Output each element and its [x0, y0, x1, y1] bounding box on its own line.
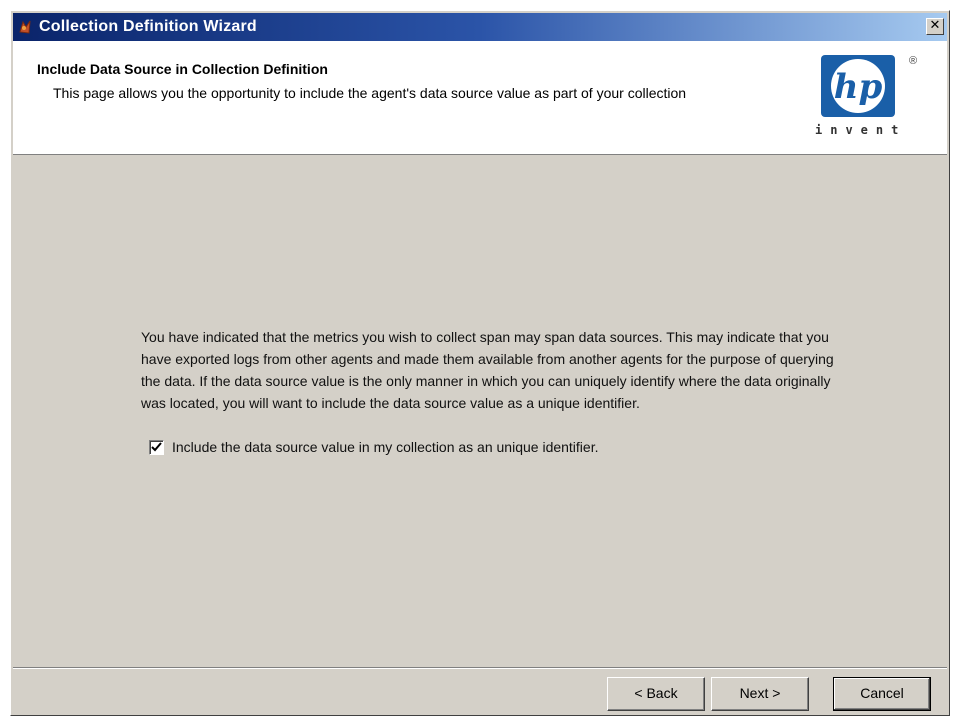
include-data-source-option[interactable]: Include the data source value in my coll…	[149, 439, 599, 455]
next-button[interactable]: Next >	[711, 677, 809, 711]
wizard-window: Collection Definition Wizard ✕ Include D…	[10, 10, 950, 716]
hp-logo: hp ® invent	[815, 55, 925, 147]
hp-logo-mark: hp	[821, 55, 895, 117]
hp-logo-mark-text: hp	[834, 67, 883, 107]
page-title: Include Data Source in Collection Defini…	[37, 61, 328, 77]
hp-logo-icon: hp	[831, 59, 885, 113]
logo-tagline: invent	[815, 123, 907, 137]
window-title: Collection Definition Wizard	[39, 18, 257, 35]
include-data-source-label[interactable]: Include the data source value in my coll…	[172, 439, 599, 455]
include-data-source-checkbox[interactable]	[149, 439, 164, 455]
explanation-text: You have indicated that the metrics you …	[141, 329, 834, 411]
wizard-header: Include Data Source in Collection Defini…	[13, 41, 947, 155]
page-description: This page allows you the opportunity to …	[53, 85, 687, 101]
back-button[interactable]: < Back	[607, 677, 705, 711]
button-separator	[13, 667, 947, 669]
checkmark-icon	[151, 441, 162, 451]
cancel-button[interactable]: Cancel	[833, 677, 931, 711]
close-button[interactable]: ✕	[926, 18, 944, 35]
app-icon	[19, 20, 31, 34]
close-icon: ✕	[929, 18, 941, 33]
title-bar[interactable]: Collection Definition Wizard ✕	[13, 13, 947, 41]
registered-mark: ®	[909, 55, 918, 67]
wizard-content: You have indicated that the metrics you …	[13, 155, 947, 667]
